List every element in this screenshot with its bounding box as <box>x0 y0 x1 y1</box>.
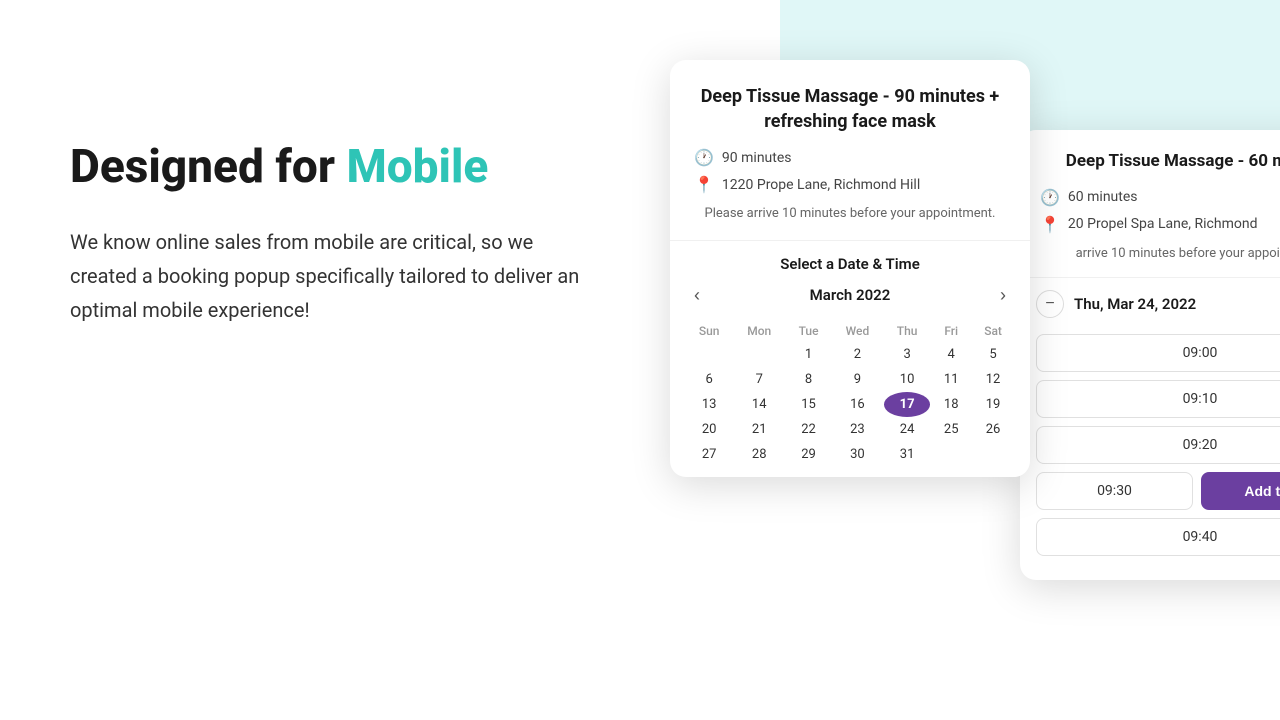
cal-header-thu: Thu <box>884 320 930 342</box>
cal-header-sat: Sat <box>972 320 1014 342</box>
hero-body-text: We know online sales from mobile are cri… <box>70 225 600 327</box>
calendar-week-row: 2728293031 <box>686 442 1014 467</box>
clock-icon-2: 🕐 <box>1040 188 1060 207</box>
time-slot-0910[interactable]: 09:10 <box>1036 380 1280 418</box>
calendar-day <box>732 342 786 367</box>
date-display: − Thu, Mar 24, 2022 <box>1036 284 1280 324</box>
location-row-2: 📍 20 Propel Spa Lane, Richmond <box>1040 215 1280 234</box>
time-slot-row-0930: 09:30 Add to Cart <box>1036 472 1280 510</box>
calendar-day[interactable]: 23 <box>831 417 884 442</box>
calendar-body: 1234567891011121314151617181920212223242… <box>686 342 1014 467</box>
popup-card-1: Deep Tissue Massage - 90 minutes + refre… <box>670 60 1030 477</box>
cal-header-wed: Wed <box>831 320 884 342</box>
duration-text-2: 60 minutes <box>1068 189 1138 205</box>
select-datetime-label: Select a Date & Time <box>670 241 1030 281</box>
calendar-day[interactable]: 28 <box>732 442 786 467</box>
calendar-day[interactable]: 27 <box>686 442 732 467</box>
calendar-nav: ‹ March 2022 › <box>686 281 1014 310</box>
duration-row-2: 🕐 60 minutes <box>1040 188 1280 207</box>
next-month-button[interactable]: › <box>992 281 1014 310</box>
calendar-day[interactable]: 3 <box>884 342 930 367</box>
time-slot-0920[interactable]: 09:20 <box>1036 426 1280 464</box>
calendar-day[interactable]: 19 <box>972 392 1014 417</box>
popup-note-1: Please arrive 10 minutes before your app… <box>694 204 1006 224</box>
calendar-day[interactable]: 1 <box>786 342 831 367</box>
hero-section: Designed for Mobile We know online sales… <box>70 140 600 327</box>
hero-title: Designed for Mobile <box>70 140 600 195</box>
calendar-day[interactable]: 8 <box>786 367 831 392</box>
hero-title-highlight: Mobile <box>346 140 488 194</box>
calendar-day[interactable]: 11 <box>930 367 972 392</box>
time-slot-0940[interactable]: 09:40 <box>1036 518 1280 556</box>
popup-note-2-text: arrive 10 minutes before your appointmen… <box>1076 246 1280 261</box>
calendar-day <box>972 442 1014 467</box>
calendar-day[interactable]: 4 <box>930 342 972 367</box>
add-to-cart-button[interactable]: Add to Cart <box>1201 472 1280 510</box>
calendar-day[interactable]: 22 <box>786 417 831 442</box>
location-icon-2: 📍 <box>1040 215 1060 234</box>
popup-meta-2: 🕐 60 minutes 📍 20 Propel Spa Lane, Richm… <box>1040 188 1280 234</box>
calendar-day[interactable]: 30 <box>831 442 884 467</box>
calendar-header-row: Sun Mon Tue Wed Thu Fri Sat <box>686 320 1014 342</box>
location-text-2: 20 Propel Spa Lane, Richmond <box>1068 216 1258 232</box>
popup-header-2: Deep Tissue Massage - 60 minutes 🕐 60 mi… <box>1020 130 1280 278</box>
calendar-week-row: 13141516171819 <box>686 392 1014 417</box>
calendar-day[interactable]: 31 <box>884 442 930 467</box>
calendar-week-row: 20212223242526 <box>686 417 1014 442</box>
cal-header-mon: Mon <box>732 320 786 342</box>
calendar-day[interactable]: 29 <box>786 442 831 467</box>
calendar-day[interactable]: 20 <box>686 417 732 442</box>
calendar-day <box>686 342 732 367</box>
calendar-day[interactable]: 16 <box>831 392 884 417</box>
calendar-day[interactable]: 25 <box>930 417 972 442</box>
cal-header-fri: Fri <box>930 320 972 342</box>
popup-header-1: Deep Tissue Massage - 90 minutes + refre… <box>670 60 1030 241</box>
calendar-grid: Sun Mon Tue Wed Thu Fri Sat 123456789101… <box>686 320 1014 467</box>
calendar-section: ‹ March 2022 › Sun Mon Tue Wed Thu Fri S… <box>670 281 1030 467</box>
prev-month-button[interactable]: ‹ <box>686 281 708 310</box>
calendar-day[interactable]: 12 <box>972 367 1014 392</box>
calendar-day[interactable]: 13 <box>686 392 732 417</box>
calendar-day[interactable]: 21 <box>732 417 786 442</box>
time-slot-0930[interactable]: 09:30 <box>1036 472 1193 510</box>
calendar-day[interactable]: 24 <box>884 417 930 442</box>
calendar-week-row: 6789101112 <box>686 367 1014 392</box>
date-prev-button[interactable]: − <box>1036 290 1064 318</box>
location-icon: 📍 <box>694 175 714 194</box>
selected-date-label: Thu, Mar 24, 2022 <box>1074 295 1196 313</box>
calendar-day <box>930 442 972 467</box>
calendar-day[interactable]: 5 <box>972 342 1014 367</box>
cal-header-tue: Tue <box>786 320 831 342</box>
popup-note-2: arrive 10 minutes before your appointmen… <box>1040 244 1280 264</box>
popup-card-2: Deep Tissue Massage - 60 minutes 🕐 60 mi… <box>1020 130 1280 580</box>
time-slot-0900[interactable]: 09:00 <box>1036 334 1280 372</box>
location-text: 1220 Prope Lane, Richmond Hill <box>722 177 920 193</box>
popup-title-2: Deep Tissue Massage - 60 minutes <box>1040 150 1280 174</box>
calendar-day[interactable]: 10 <box>884 367 930 392</box>
calendar-day[interactable]: 7 <box>732 367 786 392</box>
duration-row: 🕐 90 minutes <box>694 148 1006 167</box>
calendar-day[interactable]: 6 <box>686 367 732 392</box>
duration-text: 90 minutes <box>722 150 792 166</box>
location-row: 📍 1220 Prope Lane, Richmond Hill <box>694 175 1006 194</box>
popup-title-1: Deep Tissue Massage - 90 minutes + refre… <box>694 84 1006 134</box>
time-slots-section: − Thu, Mar 24, 2022 09:00 09:10 09:20 09… <box>1020 278 1280 570</box>
calendar-week-row: 12345 <box>686 342 1014 367</box>
calendar-day[interactable]: 2 <box>831 342 884 367</box>
calendar-day[interactable]: 9 <box>831 367 884 392</box>
calendar-day[interactable]: 17 <box>884 392 930 417</box>
calendar-day[interactable]: 26 <box>972 417 1014 442</box>
calendar-day[interactable]: 14 <box>732 392 786 417</box>
calendar-day[interactable]: 18 <box>930 392 972 417</box>
hero-title-start: Designed for <box>70 140 346 194</box>
clock-icon: 🕐 <box>694 148 714 167</box>
cal-header-sun: Sun <box>686 320 732 342</box>
popup-meta-1: 🕐 90 minutes 📍 1220 Prope Lane, Richmond… <box>694 148 1006 194</box>
calendar-day[interactable]: 15 <box>786 392 831 417</box>
calendar-month: March 2022 <box>810 286 891 304</box>
